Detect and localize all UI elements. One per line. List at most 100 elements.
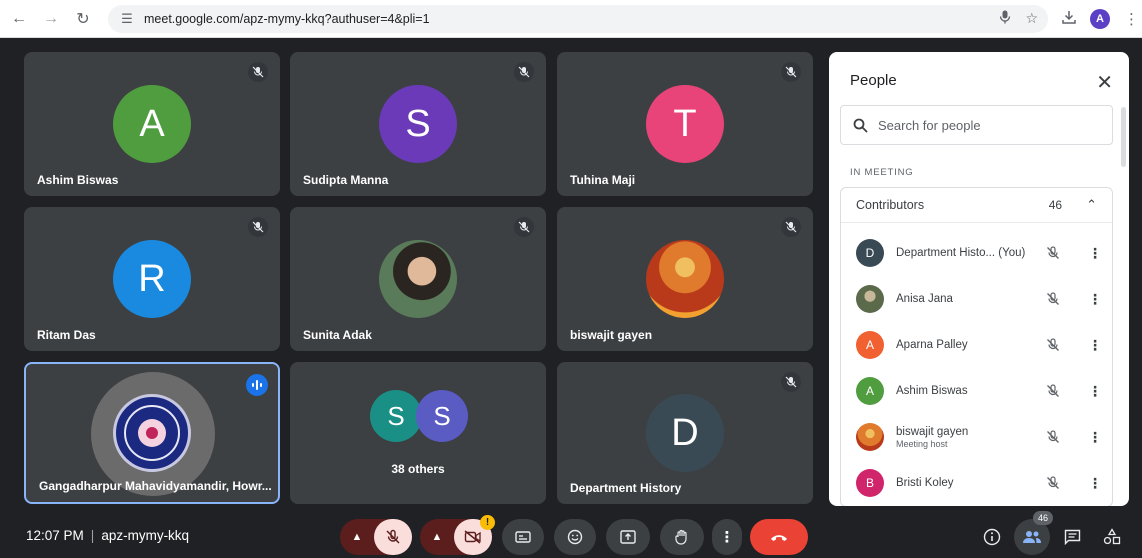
address-bar[interactable]: ☰ meet.google.com/apz-mymy-kkq?authuser=… xyxy=(108,4,1048,33)
participant-name: biswajit gayen xyxy=(570,328,653,342)
captions-button[interactable] xyxy=(502,519,544,555)
participant-tile[interactable]: A Ashim Biswas xyxy=(24,52,280,196)
muted-mic-icon[interactable] xyxy=(1044,382,1062,400)
leave-call-button[interactable] xyxy=(750,519,808,555)
raise-hand-button[interactable] xyxy=(660,519,704,555)
site-settings-icon[interactable]: ☰ xyxy=(118,10,136,28)
muted-mic-icon[interactable] xyxy=(1044,336,1062,354)
back-arrow-icon[interactable]: ← xyxy=(6,6,32,32)
contributors-section: Contributors 46 ⌃ D Department Histo... … xyxy=(840,187,1113,506)
avatar: S xyxy=(370,390,422,442)
participant-name: Tuhina Maji xyxy=(570,173,636,187)
clock-time: 12:07 PM xyxy=(26,528,84,543)
others-tile[interactable]: S S 38 others xyxy=(290,362,546,504)
microphone-icon[interactable] xyxy=(999,10,1011,27)
participant-tile[interactable]: S Sudipta Manna xyxy=(290,52,546,196)
muted-mic-icon xyxy=(514,217,534,237)
participant-list-item[interactable]: A Aparna Palley ⋮ xyxy=(856,325,1106,365)
avatar: A xyxy=(113,85,191,163)
participant-list-item[interactable]: D Department Histo... (You) ⋮ xyxy=(856,233,1106,273)
activities-icon xyxy=(1103,528,1121,545)
avatar: S xyxy=(416,390,468,442)
participant-list-item[interactable]: Anisa Jana ⋮ xyxy=(856,279,1106,319)
search-icon xyxy=(853,118,868,133)
download-icon[interactable] xyxy=(1062,10,1076,28)
avatar: S xyxy=(379,85,457,163)
search-input[interactable]: Search for people xyxy=(840,105,1113,145)
chat-button[interactable] xyxy=(1054,519,1090,555)
muted-mic-icon[interactable] xyxy=(1044,290,1062,308)
bookmark-star-icon[interactable]: ☆ xyxy=(1025,10,1038,27)
more-options-icon[interactable]: ⋮ xyxy=(1088,291,1102,308)
participant-name: Bristi Koley xyxy=(896,477,954,489)
muted-mic-icon[interactable] xyxy=(1044,244,1062,262)
participant-name: Anisa Jana xyxy=(896,293,953,305)
scrollbar[interactable] xyxy=(1121,107,1126,167)
present-screen-button[interactable] xyxy=(606,519,650,555)
participant-tile[interactable]: Sunita Adak xyxy=(290,207,546,351)
muted-mic-icon xyxy=(781,62,801,82)
avatar xyxy=(856,285,884,313)
people-count-badge: 46 xyxy=(1033,511,1054,525)
muted-mic-icon xyxy=(248,217,268,237)
participant-tile[interactable]: D Department History xyxy=(557,362,813,504)
meeting-details-button[interactable] xyxy=(974,519,1010,555)
contributors-header[interactable]: Contributors 46 ⌃ xyxy=(841,188,1112,223)
more-options-icon[interactable]: ⋮ xyxy=(1088,429,1102,446)
profile-avatar[interactable]: A xyxy=(1090,8,1110,29)
participant-name: biswajit gayen Meeting host xyxy=(896,426,1036,449)
reload-icon[interactable]: ↻ xyxy=(70,6,96,32)
speaking-indicator-icon xyxy=(246,374,268,396)
avatar xyxy=(856,423,884,451)
participant-list-item[interactable]: A Ashim Biswas ⋮ xyxy=(856,371,1106,411)
participant-name: Sunita Adak xyxy=(303,328,372,342)
more-options-icon[interactable]: ⋮ xyxy=(1088,337,1102,354)
participant-tile[interactable]: T Tuhina Maji xyxy=(557,52,813,196)
browser-toolbar: ← → ↻ ☰ meet.google.com/apz-mymy-kkq?aut… xyxy=(0,0,1142,38)
college-logo xyxy=(113,394,191,472)
participant-list-item[interactable]: biswajit gayen Meeting host ⋮ xyxy=(856,417,1106,457)
meeting-host-label: Meeting host xyxy=(896,438,948,449)
muted-mic-icon[interactable] xyxy=(1044,474,1062,492)
muted-mic-icon[interactable] xyxy=(1044,428,1062,446)
microphone-control: ▲ xyxy=(340,519,412,555)
meeting-code: apz-mymy-kkq xyxy=(101,528,190,543)
chevron-up-icon[interactable]: ⌃ xyxy=(1086,197,1097,213)
more-vert-icon[interactable]: ⋮ xyxy=(1124,10,1139,28)
mic-off-button[interactable] xyxy=(374,519,412,555)
close-icon[interactable]: ✕ xyxy=(1096,70,1113,95)
more-options-icon[interactable]: ⋮ xyxy=(1088,245,1102,262)
muted-mic-icon xyxy=(248,62,268,82)
more-options-icon[interactable]: ⋮ xyxy=(1088,475,1102,492)
panel-title: People xyxy=(850,72,897,89)
participant-name: Aparna Palley xyxy=(896,339,968,351)
contributors-count: 46 xyxy=(1048,198,1063,212)
activities-button[interactable] xyxy=(1094,519,1130,555)
present-icon xyxy=(620,530,636,544)
avatar: R xyxy=(113,240,191,318)
meeting-info: 12:07 PM | apz-mymy-kkq xyxy=(26,528,189,543)
more-options-button[interactable]: ⋮ xyxy=(712,519,742,555)
participant-list-item[interactable]: B Bristi Koley ⋮ xyxy=(856,463,1106,503)
meeting-controls-bar: 12:07 PM | apz-mymy-kkq ▲ ▲ ⋮ xyxy=(0,515,1142,558)
contributors-label: Contributors xyxy=(856,198,925,212)
participant-tile[interactable]: R Ritam Das xyxy=(24,207,280,351)
camera-options-chevron-icon[interactable]: ▲ xyxy=(420,519,454,555)
profile-photo xyxy=(379,240,457,318)
participant-tile[interactable]: biswajit gayen xyxy=(557,207,813,351)
people-panel: People ✕ Search for people IN MEETING Co… xyxy=(829,52,1129,506)
reactions-button[interactable] xyxy=(554,519,596,555)
participant-name: Ritam Das xyxy=(37,328,96,342)
participant-tile-speaking[interactable]: Gangadharpur Mahavidyamandir, Howr... xyxy=(24,362,280,504)
participant-name: Gangadharpur Mahavidyamandir, Howr... xyxy=(39,479,272,493)
others-count-label: 38 others xyxy=(391,462,445,476)
participant-name: Department Histo... (You) xyxy=(896,247,1026,259)
avatar: T xyxy=(646,85,724,163)
participant-name: Department History xyxy=(570,481,682,495)
avatar: A xyxy=(856,331,884,359)
mic-off-icon xyxy=(386,529,400,544)
forward-arrow-icon[interactable]: → xyxy=(38,6,64,32)
mic-options-chevron-icon[interactable]: ▲ xyxy=(340,519,374,555)
hang-up-icon xyxy=(771,535,787,541)
more-options-icon[interactable]: ⋮ xyxy=(1088,383,1102,400)
